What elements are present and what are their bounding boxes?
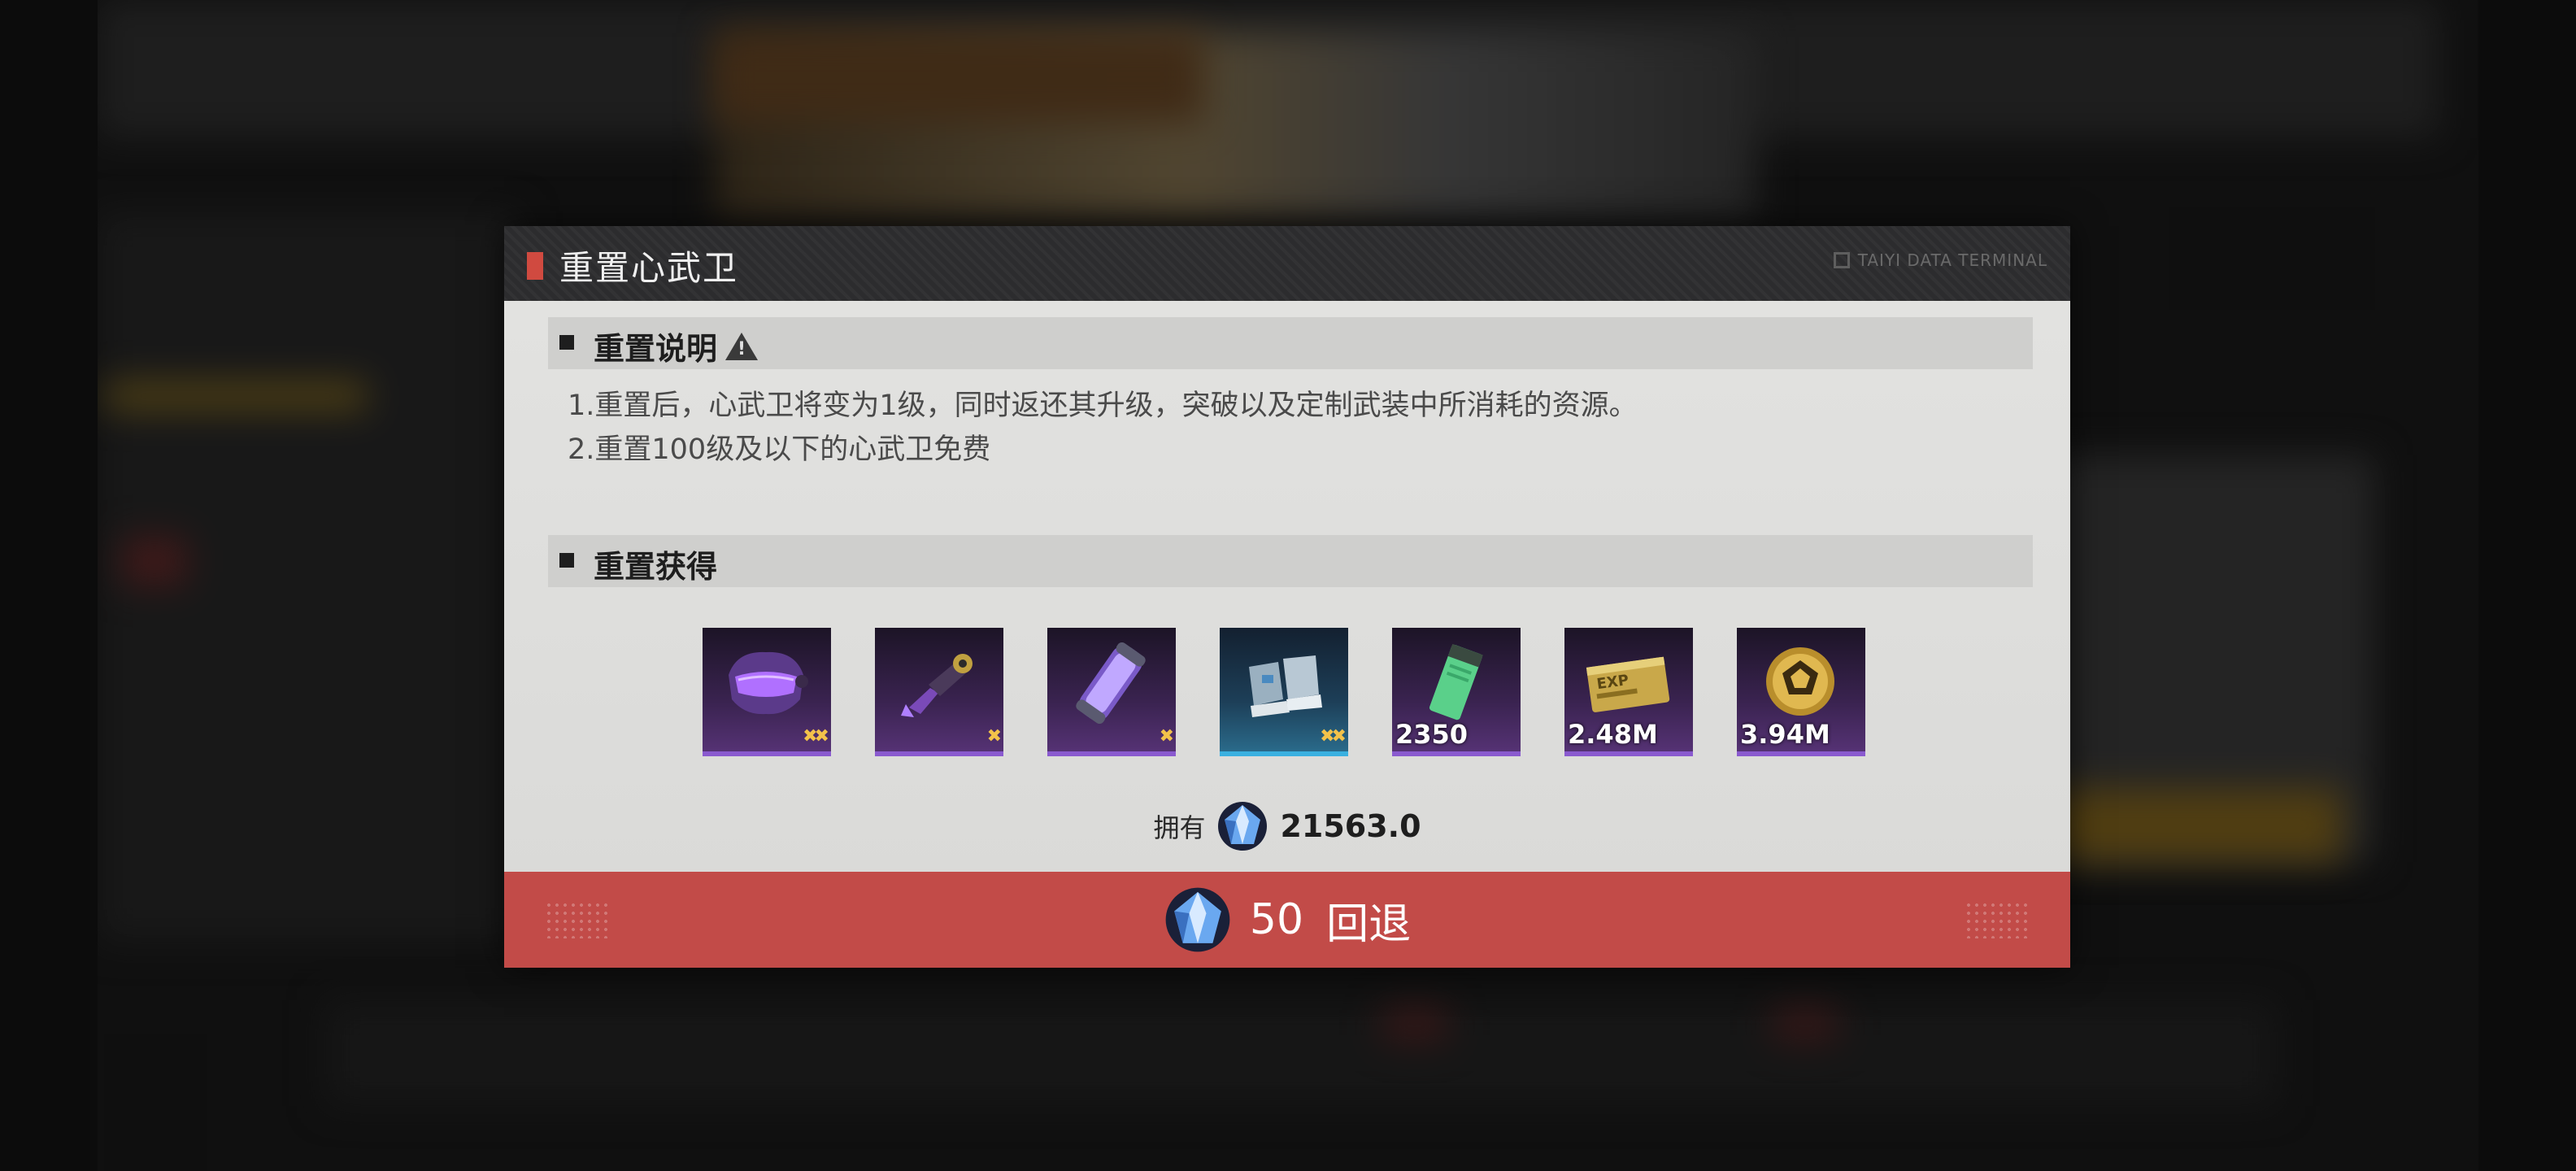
title-accent-mark — [527, 252, 543, 280]
reset-dialog: 重置心武卫 TAIYI DATA TERMINAL 重置说明 1.重置后，心武卫… — [504, 226, 2070, 968]
reward-item[interactable]: 3.94M — [1737, 628, 1865, 756]
decor-dots — [1965, 901, 2030, 938]
rank-stars: ✖✖ — [803, 726, 829, 747]
reward-item[interactable]: ✖ — [1047, 628, 1176, 756]
section-bullet — [559, 553, 574, 568]
crystal-gem-icon — [1165, 887, 1230, 952]
reward-item[interactable]: EXP 2.48M — [1564, 628, 1693, 756]
reward-item[interactable]: ✖ — [875, 628, 1003, 756]
item-quantity: 3.94M — [1740, 719, 1830, 750]
rank-stars: ✖✖ — [1320, 726, 1347, 747]
rollback-cost: 50 — [1249, 895, 1304, 944]
rewards-title: 重置获得 — [594, 549, 718, 585]
instructions-title-wrap: 重置说明 — [594, 324, 759, 368]
rank-stars: ✖ — [986, 726, 1003, 747]
rewards-header: 重置获得 — [548, 535, 2033, 587]
owned-currency: 拥有 21563.0 — [504, 800, 2070, 852]
crystal-gem-icon — [1218, 802, 1268, 851]
reward-item-list: ✖✖ ✖ ✖ ✖✖ 2350 EXP 2.48M 3.94M — [703, 628, 1865, 756]
owned-label: 拥有 — [1153, 812, 1206, 843]
warning-icon[interactable] — [725, 332, 759, 360]
reward-item[interactable]: ✖✖ — [703, 628, 831, 756]
item-quantity: 2350 — [1395, 719, 1469, 750]
reward-item[interactable]: 2350 — [1392, 628, 1521, 756]
armor-boots-icon — [1249, 655, 1322, 717]
instruction-line-2: 2.重置100级及以下的心武卫免费 — [568, 433, 991, 466]
green-chip-icon — [1429, 643, 1483, 720]
owned-value: 21563.0 — [1280, 808, 1421, 844]
reward-item[interactable]: ✖✖ — [1220, 628, 1348, 756]
energy-capsule-icon — [1076, 642, 1146, 724]
rollback-label: 回退 — [1326, 899, 1412, 949]
brand-text: TAIYI DATA TERMINAL — [1857, 250, 2047, 270]
dialog-header: 重置心武卫 TAIYI DATA TERMINAL — [504, 226, 2070, 301]
instruction-line-1: 1.重置后，心武卫将变为1级，同时返还其升级，突破以及定制武装中所消耗的资源。 — [568, 390, 1638, 422]
terminal-icon — [1833, 252, 1850, 268]
instructions-title: 重置说明 — [594, 331, 718, 367]
decor-dots — [545, 901, 610, 938]
rank-stars: ✖ — [1159, 726, 1175, 747]
instructions-header: 重置说明 — [548, 317, 2033, 369]
mechanical-arm-icon — [901, 654, 973, 717]
rollback-button[interactable]: 50 回退 — [504, 872, 2070, 968]
purple-mask-icon — [729, 651, 808, 715]
item-quantity: 2.48M — [1568, 719, 1658, 750]
section-bullet — [559, 335, 574, 350]
gold-coin-icon — [1766, 647, 1834, 716]
dialog-title: 重置心武卫 — [559, 248, 739, 288]
exp-card-icon: EXP — [1586, 656, 1670, 712]
brand-label: TAIYI DATA TERMINAL — [1833, 250, 2047, 270]
